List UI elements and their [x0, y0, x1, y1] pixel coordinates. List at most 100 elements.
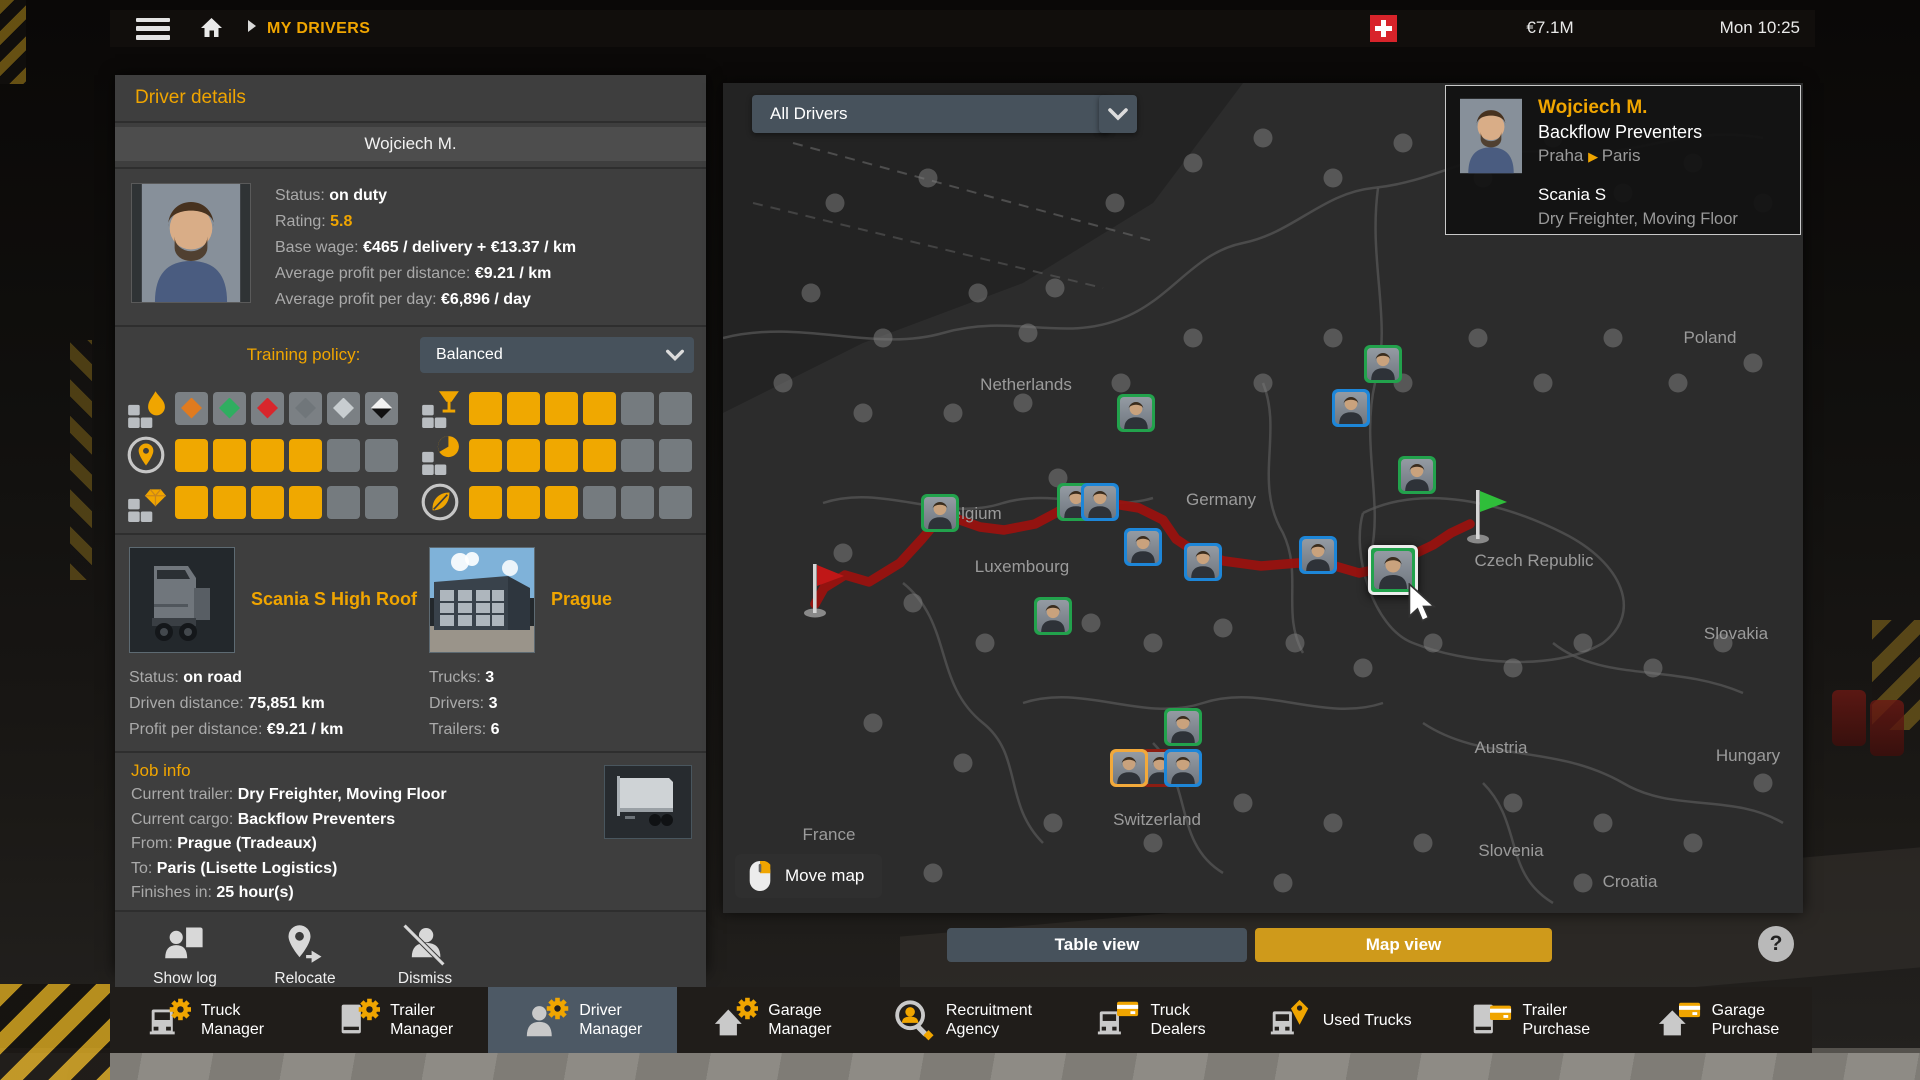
- skill-level-bar[interactable]: [175, 439, 398, 472]
- country-label-switzerland: Switzerland: [1113, 810, 1201, 830]
- skill-point-empty: [365, 486, 398, 519]
- adr-class-6: [365, 392, 398, 425]
- move-map-label: Move map: [785, 866, 864, 886]
- stat-value: 75,851 km: [248, 695, 325, 712]
- home-icon[interactable]: [198, 14, 225, 44]
- stat-line: Trucks: 3: [429, 665, 692, 691]
- driver-filter-chevron[interactable]: [1099, 95, 1137, 133]
- driver-map-avatar[interactable]: [1081, 483, 1119, 521]
- driver-map-avatar[interactable]: [921, 494, 959, 532]
- adr-diamond: [257, 398, 278, 419]
- toolbar-item-garage-purchase[interactable]: GaragePurchase: [1623, 987, 1812, 1053]
- driver-manager-label: DriverManager: [579, 1001, 642, 1039]
- stat-value: 25 hour(s): [216, 884, 293, 901]
- used-trucks-icon: [1267, 997, 1313, 1043]
- menu-icon[interactable]: [136, 18, 170, 40]
- used-trucks-label: Used Trucks: [1323, 1011, 1412, 1030]
- toolbar-item-truck-dealers[interactable]: TruckDealers: [1056, 987, 1245, 1053]
- eco-icon: [419, 481, 461, 523]
- breadcrumb-chevron-icon: [247, 19, 257, 38]
- driver-filter-value: All Drivers: [770, 104, 847, 124]
- breadcrumb: MY DRIVERS: [267, 20, 370, 38]
- toolbar-item-recruitment-agency[interactable]: RecruitmentAgency: [866, 987, 1055, 1053]
- driver-map-avatar[interactable]: [1164, 708, 1202, 746]
- stat-value: 3: [485, 669, 494, 686]
- country-label-luxembourg: Luxembourg: [975, 557, 1070, 577]
- stat-label: Trailers:: [429, 721, 491, 738]
- toolbar-item-used-trucks[interactable]: Used Trucks: [1245, 987, 1434, 1053]
- country-label-czech-republic: Czech Republic: [1474, 551, 1593, 571]
- avatar-photo: [1367, 348, 1399, 380]
- driver-map-avatar[interactable]: [1332, 389, 1370, 427]
- garage-image[interactable]: [429, 547, 535, 653]
- drivers-map[interactable]: NetherlandsPolandGermanyBelgiumLuxembour…: [723, 83, 1803, 913]
- stat-label: Trucks:: [429, 669, 485, 686]
- country-label-poland: Poland: [1684, 328, 1737, 348]
- help-button[interactable]: ?: [1758, 926, 1794, 962]
- skill-point-filled: [289, 486, 322, 519]
- driver-map-avatar[interactable]: [1184, 543, 1222, 581]
- skill-point-empty: [621, 392, 654, 425]
- training-policy-dropdown[interactable]: Balanced: [420, 337, 694, 373]
- stat-value: €6,896 / day: [441, 291, 531, 308]
- card-route-from: Praha: [1538, 146, 1583, 165]
- skill-point-filled: [545, 392, 578, 425]
- map-view-button[interactable]: Map view: [1255, 928, 1552, 962]
- skill-eco-driving: [419, 481, 697, 523]
- high-value-icon: [125, 481, 167, 523]
- skill-point-empty: [659, 486, 692, 519]
- country-label-austria: Austria: [1475, 738, 1528, 758]
- stat-label: Finishes in:: [131, 884, 216, 901]
- country-label-netherlands: Netherlands: [980, 375, 1072, 395]
- truck-manager-icon: [145, 997, 191, 1043]
- driver-filter-dropdown[interactable]: All Drivers: [752, 95, 1110, 133]
- toolbar-item-garage-manager[interactable]: GarageManager: [677, 987, 866, 1053]
- training-policy-value: Balanced: [436, 346, 503, 364]
- red-barrel: [1870, 700, 1904, 756]
- trailer-purchase-label: TrailerPurchase: [1523, 1001, 1591, 1039]
- skill-level-bar[interactable]: [469, 439, 692, 472]
- skill-high-value-cargo: [125, 481, 403, 523]
- truck-name[interactable]: Scania S High Roof: [251, 589, 417, 611]
- skill-adr: [125, 387, 403, 429]
- show-log-button[interactable]: Show log: [137, 922, 233, 988]
- skill-point-filled: [469, 486, 502, 519]
- driver-map-avatar[interactable]: [1117, 394, 1155, 432]
- stat-value: Backflow Preventers: [238, 811, 395, 828]
- avatar-photo: [1084, 486, 1116, 518]
- card-truck: Scania S: [1538, 183, 1738, 207]
- driver-map-avatar[interactable]: [1034, 597, 1072, 635]
- avatar-photo: [1401, 459, 1433, 491]
- toolbar-item-trailer-manager[interactable]: TrailerManager: [299, 987, 488, 1053]
- table-view-button[interactable]: Table view: [947, 928, 1247, 962]
- garage-name[interactable]: Prague: [551, 589, 612, 611]
- truck-dealers-icon: [1095, 997, 1141, 1043]
- driver-map-avatar[interactable]: [1110, 749, 1148, 787]
- toolbar-item-trailer-purchase[interactable]: TrailerPurchase: [1434, 987, 1623, 1053]
- skill-level-bar[interactable]: [469, 486, 692, 519]
- truck-image[interactable]: [129, 547, 235, 653]
- urgent-icon: [419, 434, 461, 476]
- avatar-photo: [1113, 752, 1145, 784]
- relocate-button[interactable]: Relocate: [257, 922, 353, 988]
- driver-action-bar: Show log Relocate Dismiss: [115, 910, 706, 988]
- skill-level-bar[interactable]: [175, 392, 398, 425]
- driver-map-avatar[interactable]: [1164, 749, 1202, 787]
- skill-level-bar[interactable]: [469, 392, 692, 425]
- skill-level-bar[interactable]: [175, 486, 398, 519]
- route-arrow-icon: ▶: [1588, 149, 1602, 164]
- driver-map-avatar-selected[interactable]: [1368, 545, 1418, 595]
- adr-class-4: [289, 392, 322, 425]
- driver-map-avatar[interactable]: [1299, 536, 1337, 574]
- move-map-button[interactable]: Move map: [735, 854, 882, 898]
- stat-line: Trailers: 6: [429, 717, 692, 743]
- dismiss-button[interactable]: Dismiss: [377, 922, 473, 988]
- country-label-germany: Germany: [1186, 490, 1256, 510]
- driver-map-avatar[interactable]: [1124, 528, 1162, 566]
- toolbar-item-driver-manager[interactable]: DriverManager: [488, 987, 677, 1053]
- driver-map-avatar[interactable]: [1364, 345, 1402, 383]
- skill-point-filled: [545, 486, 578, 519]
- driver-map-avatar[interactable]: [1398, 456, 1436, 494]
- toolbar-item-truck-manager[interactable]: TruckManager: [110, 987, 299, 1053]
- stat-label: Status:: [275, 187, 329, 204]
